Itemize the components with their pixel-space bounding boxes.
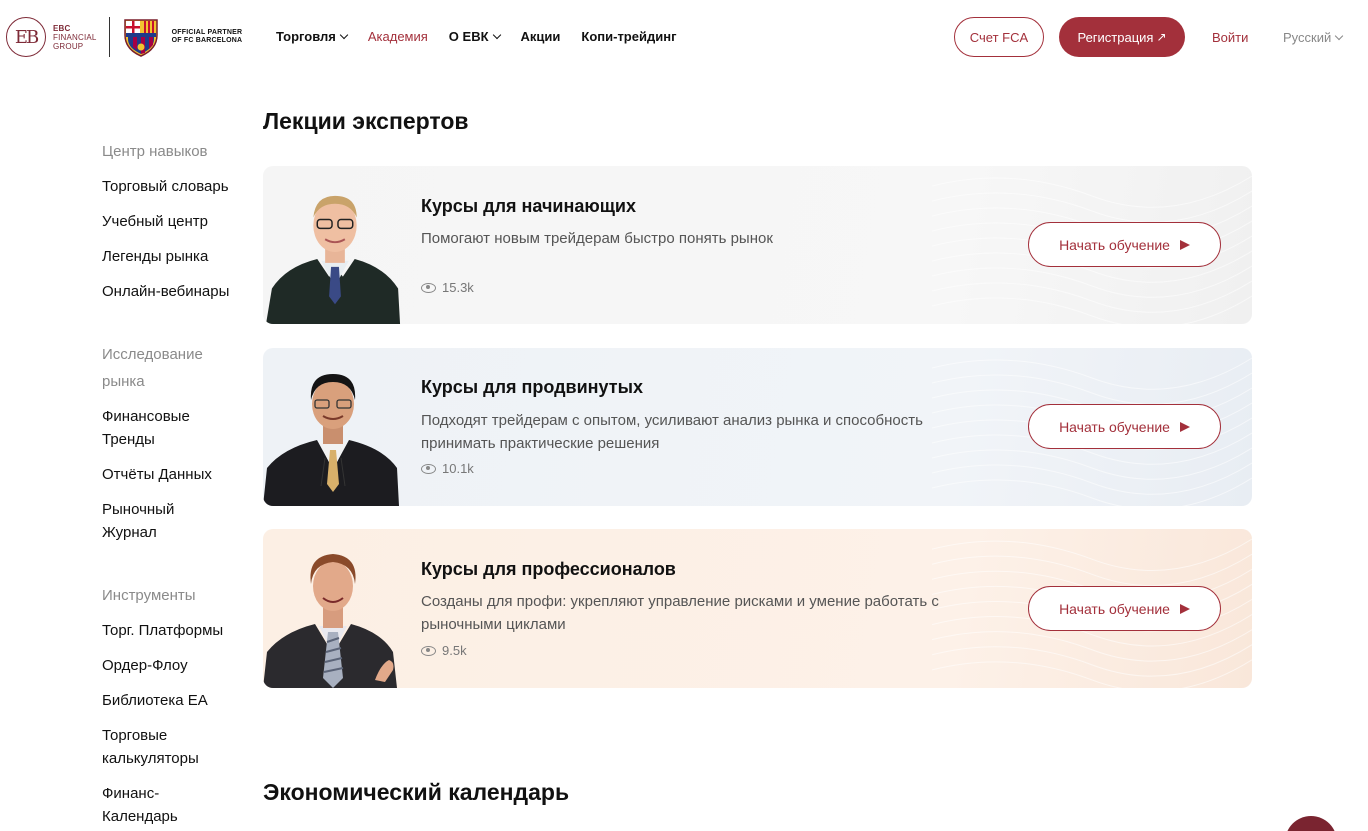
sidebar-item-order-flow[interactable]: Ордер-Флоу: [102, 654, 252, 677]
view-count: 15.3k: [421, 280, 474, 295]
sidebar-item-webinars[interactable]: Онлайн-вебинары: [102, 280, 252, 303]
sidebar-group-title: Инструменты: [102, 587, 196, 604]
view-count: 10.1k: [421, 461, 474, 476]
nav-copy-trading[interactable]: Копи-трейдинг: [581, 29, 676, 44]
site-header: EB EBC FINANCIAL GROUP OFFICIAL PARTNER …: [0, 0, 1368, 76]
sidebar-item-market-journal[interactable]: Рыночный Журнал: [102, 498, 192, 544]
expert-portrait-image: [263, 554, 397, 688]
eye-icon: [421, 645, 436, 656]
play-icon: [1179, 421, 1190, 432]
start-learning-button[interactable]: Начать обучение: [1028, 586, 1221, 631]
course-card-advanced: Курсы для продвинутых Подходят трейдерам…: [263, 348, 1252, 506]
play-icon: [1179, 603, 1190, 614]
economic-calendar-title: Экономический календарь: [263, 779, 570, 805]
sidebar-item-calculators[interactable]: Торговые калькуляторы: [102, 724, 212, 770]
course-title: Курсы для профессионалов: [421, 559, 676, 579]
login-link[interactable]: Войти: [1212, 30, 1248, 45]
main-nav: Торговля Академия О ЕВК Акции Копи-трейд…: [276, 29, 697, 44]
course-description: Подходят трейдерам с опытом, усиливают а…: [421, 412, 923, 452]
start-learning-button[interactable]: Начать обучение: [1028, 222, 1221, 267]
course-description: Созданы для профи: укрепляют управление …: [421, 593, 939, 633]
sidebar-group-tools: Инструменты Торг. Платформы Ордер-Флоу Б…: [102, 582, 252, 828]
course-card-professional: Курсы для профессионалов Созданы для про…: [263, 529, 1252, 688]
language-selector[interactable]: Русский: [1283, 30, 1344, 45]
sidebar-group-title: Центр навыков: [102, 143, 208, 160]
eye-icon: [421, 463, 436, 474]
chat-support-button[interactable]: [1285, 816, 1337, 831]
register-button[interactable]: Регистрация ↗: [1059, 17, 1185, 57]
ebc-logo[interactable]: EB EBC FINANCIAL GROUP OFFICIAL PARTNER …: [6, 17, 247, 57]
nav-trading[interactable]: Торговля: [276, 29, 349, 44]
ebc-emblem-icon: EB: [6, 17, 46, 57]
sidebar-group-research: Исследование рынка Финансовые Тренды Отч…: [102, 341, 222, 544]
chevron-down-icon: [1335, 31, 1344, 40]
lectures-title: Лекции экспертов: [263, 108, 469, 134]
view-count: 9.5k: [421, 643, 467, 658]
sidebar-item-market-legends[interactable]: Легенды рынка: [102, 245, 252, 268]
sidebar-item-platforms[interactable]: Торг. Платформы: [102, 619, 252, 642]
logo-divider: [108, 17, 110, 57]
chevron-down-icon: [492, 30, 501, 39]
nav-about[interactable]: О ЕВК: [449, 29, 501, 44]
eye-icon: [421, 282, 436, 293]
sidebar-item-data-reports[interactable]: Отчёты Данных: [102, 463, 222, 486]
sidebar-item-financial-trends[interactable]: Финансовые Тренды: [102, 405, 212, 451]
course-card-beginner: Курсы для начинающих Помогают новым трей…: [263, 166, 1252, 324]
sidebar-group-title: Исследование рынка: [102, 346, 203, 390]
sidebar-item-calendar[interactable]: Финанс-Календарь: [102, 782, 182, 828]
fca-account-button[interactable]: Счет FCA: [954, 17, 1044, 57]
course-title: Курсы для начинающих: [421, 196, 636, 216]
expert-portrait-image: [266, 195, 401, 324]
partner-text: OFFICIAL PARTNER OF FC BARCELONA: [171, 29, 243, 44]
sidebar-group-skills: Центр навыков Торговый словарь Учебный ц…: [102, 138, 252, 303]
nav-academy[interactable]: Академия: [368, 29, 428, 44]
start-learning-button[interactable]: Начать обучение: [1028, 404, 1221, 449]
sidebar-item-ea-library[interactable]: Библиотека ЕА: [102, 689, 252, 712]
fc-barcelona-crest-icon: [123, 19, 158, 57]
sidebar-item-learning-center[interactable]: Учебный центр: [102, 210, 252, 233]
expert-portrait-image: [263, 374, 399, 506]
sidebar-item-glossary[interactable]: Торговый словарь: [102, 175, 252, 198]
play-icon: [1179, 239, 1190, 250]
course-description: Помогают новым трейдерам быстро понять р…: [421, 230, 773, 247]
arrow-up-right-icon: ↗: [1156, 30, 1167, 44]
chevron-down-icon: [339, 30, 349, 39]
academy-sidebar: Центр навыков Торговый словарь Учебный ц…: [102, 138, 252, 828]
ebc-brand-text: EBC FINANCIAL GROUP: [53, 23, 97, 51]
course-title: Курсы для продвинутых: [421, 377, 643, 397]
nav-promotions[interactable]: Акции: [521, 29, 561, 44]
